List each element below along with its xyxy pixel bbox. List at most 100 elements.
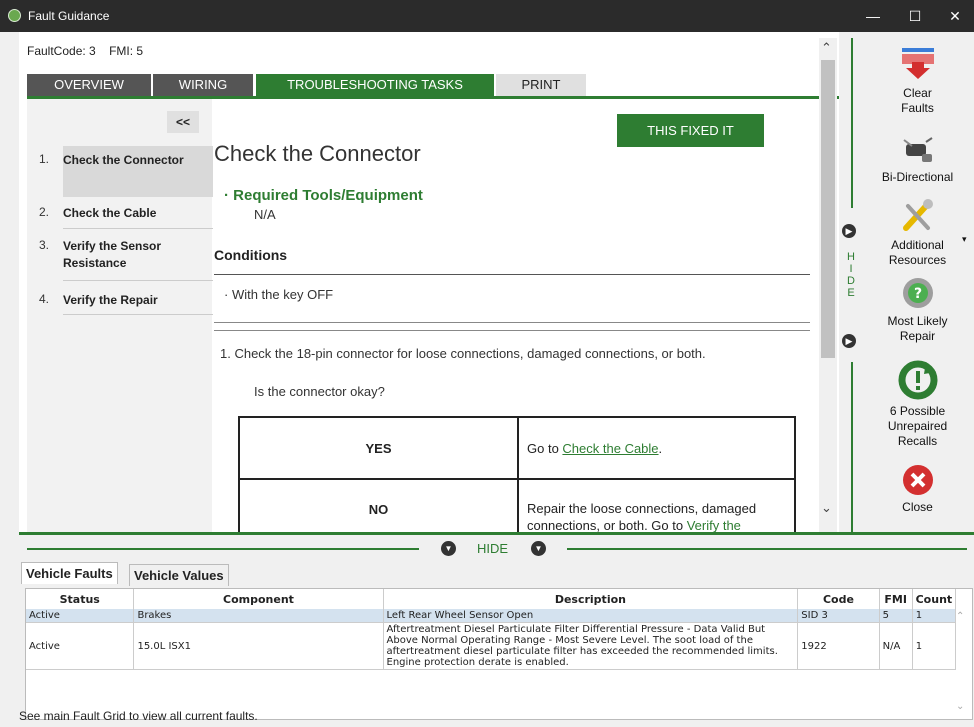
nav-divider — [63, 228, 213, 229]
fault-grid: Status Component Description Code FMI Co… — [25, 588, 973, 720]
most-likely-repair-button[interactable]: ? Most Likely Repair — [866, 276, 969, 344]
description-cell: Aftertreatment Diesel Particulate Filter… — [383, 622, 799, 670]
nav-item-number: 4. — [39, 292, 50, 306]
component-cell: Brakes — [133, 609, 384, 623]
clear-faults-label: Clear Faults — [901, 86, 934, 115]
description-cell: Left Rear Wheel Sensor Open — [383, 609, 799, 623]
hide-line — [567, 548, 967, 550]
close-icon — [902, 465, 933, 495]
hide-bottom-label[interactable]: HIDE — [477, 541, 508, 556]
fault-info: FaultCode: 3 FMI: 5 — [27, 44, 143, 58]
yes-action: Go to Check the Cable. — [517, 416, 796, 480]
divider — [214, 322, 810, 323]
close-button[interactable]: Close — [866, 464, 969, 515]
chevron-right-icon[interactable]: ▶ — [842, 224, 856, 238]
tab-wiring[interactable]: WIRING — [153, 74, 253, 96]
count-cell: 1 — [912, 622, 957, 670]
hide-line — [851, 362, 853, 532]
bi-directional-icon — [902, 137, 933, 162]
check-cable-link[interactable]: Check the Cable — [562, 441, 658, 456]
tab-print[interactable]: PRINT — [496, 74, 586, 96]
content-scrollbar[interactable]: ⌃ ⌄ — [819, 38, 837, 532]
fmi-value: FMI: 5 — [109, 44, 144, 58]
window-title: Fault Guidance — [28, 9, 110, 23]
recalls-button[interactable]: 6 Possible Unrepaired Recalls — [866, 360, 969, 449]
nav-item-check-connector[interactable]: 1. Check the Connector — [27, 146, 212, 197]
question-gear-icon: ? — [902, 278, 933, 308]
decision-table: YES Go to Check the Cable. NO Repair the… — [238, 416, 796, 532]
status-cell: Active — [26, 609, 135, 623]
scroll-down-icon[interactable]: ⌄ — [821, 500, 832, 516]
scroll-up-icon[interactable]: ⌃ — [821, 40, 832, 56]
column-header[interactable]: Count — [912, 589, 957, 609]
tab-overview[interactable]: OVERVIEW — [27, 74, 151, 96]
nav-item-verify-repair[interactable]: 4. Verify the Repair — [27, 286, 212, 314]
tab-troubleshooting-tasks[interactable]: TROUBLESHOOTING TASKS — [256, 74, 494, 96]
grid-scroll-up-icon[interactable]: ⌃ — [956, 611, 964, 622]
nav-item-verify-sensor[interactable]: 3. Verify the Sensor Resistance — [27, 232, 212, 282]
table-header-row: Status Component Description Code FMI Co… — [26, 589, 957, 609]
grid-scroll-down-icon[interactable]: ⌄ — [956, 701, 964, 712]
recall-refresh-icon — [898, 360, 937, 400]
fmi-cell: N/A — [879, 622, 913, 670]
maximize-button[interactable]: ☐ — [894, 0, 936, 32]
code-cell: SID 3 — [797, 609, 880, 623]
nav-item-check-cable[interactable]: 2. Check the Cable — [27, 199, 212, 227]
wrench-screwdriver-icon — [902, 199, 933, 231]
bi-directional-button[interactable]: Bi-Directional — [866, 136, 969, 185]
no-label: NO — [238, 478, 519, 532]
tab-vehicle-faults[interactable]: Vehicle Faults — [21, 562, 118, 584]
column-header[interactable]: Code — [797, 589, 880, 609]
step-text: 1. Check the 18-pin connector for loose … — [220, 346, 706, 361]
verify-repair-link[interactable]: Verify the — [687, 518, 741, 532]
code-cell: 1922 — [797, 622, 880, 670]
bi-directional-label: Bi-Directional — [881, 170, 954, 184]
clear-faults-icon — [901, 48, 934, 79]
fmi-cell: 5 — [879, 609, 913, 623]
minimize-button[interactable]: — — [852, 0, 894, 32]
task-nav: << 1. Check the Connector 2. Check the C… — [27, 99, 213, 532]
nav-item-number: 3. — [39, 238, 50, 252]
nav-item-number: 2. — [39, 205, 50, 219]
clear-faults-button[interactable]: Clear Faults — [866, 46, 969, 116]
collapse-nav-button[interactable]: << — [167, 111, 199, 133]
column-header[interactable]: Status — [26, 589, 135, 609]
table-row[interactable]: Active 15.0L ISX1 Aftertreatment Diesel … — [26, 622, 957, 670]
this-fixed-it-button[interactable]: THIS FIXED IT — [617, 114, 764, 147]
close-window-button[interactable]: ✕ — [934, 0, 974, 32]
column-header[interactable]: FMI — [879, 589, 913, 609]
page-title: Check the Connector — [214, 141, 421, 166]
scroll-thumb[interactable] — [821, 60, 835, 358]
divider — [214, 330, 810, 331]
chevron-right-icon[interactable]: ▶ — [842, 334, 856, 348]
table-row: NO Repair the loose connections, damaged… — [238, 478, 796, 532]
table-row: YES Go to Check the Cable. — [238, 416, 796, 480]
close-label: Close — [902, 500, 933, 514]
additional-resources-button[interactable]: Additional Resources ▾ — [866, 198, 969, 268]
app-icon — [8, 9, 21, 22]
footer-note: See main Fault Grid to view all current … — [19, 709, 258, 723]
dropdown-arrow-icon[interactable]: ▾ — [962, 232, 967, 247]
task-content: THIS FIXED IT Check the Connector · Requ… — [214, 99, 819, 532]
column-header[interactable]: Component — [133, 589, 384, 609]
nav-item-label: Check the Connector — [63, 153, 184, 167]
side-hide-toggle[interactable]: ▶ H I D E ▶ — [839, 38, 861, 532]
table-row[interactable]: Active Brakes Left Rear Wheel Sensor Ope… — [26, 609, 957, 623]
hide-letter: H — [847, 251, 855, 263]
bottom-top-border — [19, 532, 974, 535]
chevron-down-icon[interactable]: ▼ — [531, 541, 546, 556]
fault-code: FaultCode: 3 — [27, 44, 96, 58]
hide-letter: E — [847, 287, 855, 299]
hide-letter: I — [849, 263, 853, 275]
required-tools-value: N/A — [254, 207, 276, 222]
nav-item-number: 1. — [39, 152, 50, 166]
bottom-panel: ▼ HIDE ▼ Vehicle Faults Vehicle Values S… — [19, 532, 974, 727]
tab-vehicle-values[interactable]: Vehicle Values — [129, 564, 229, 586]
nav-item-label: Verify the Repair — [63, 293, 158, 307]
fault-table: Status Component Description Code FMI Co… — [26, 589, 957, 670]
nav-divider — [63, 314, 213, 315]
column-header[interactable]: Description — [383, 589, 799, 609]
count-cell: 1 — [912, 609, 957, 623]
chevron-down-icon[interactable]: ▼ — [441, 541, 456, 556]
title-bar: Fault Guidance — ☐ ✕ — [0, 0, 974, 32]
